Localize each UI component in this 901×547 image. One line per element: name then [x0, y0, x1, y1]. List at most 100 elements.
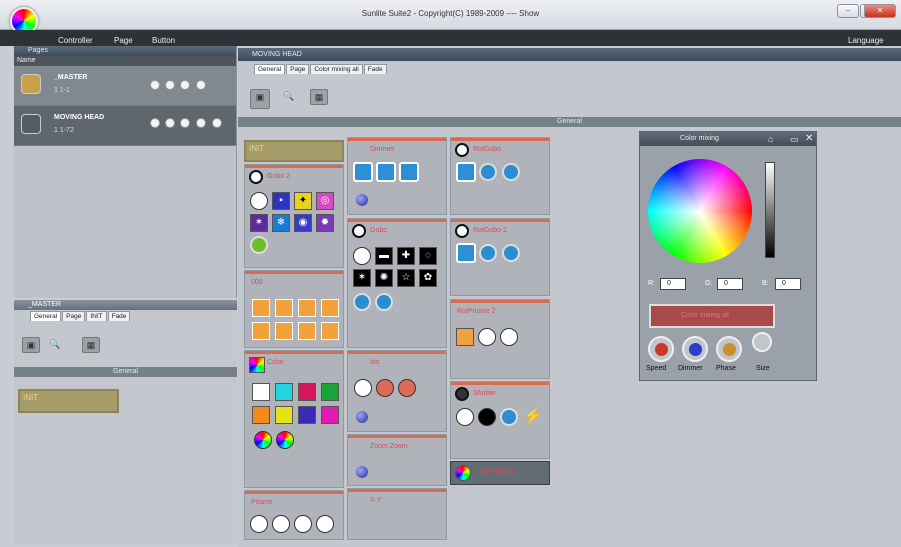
prism-icon[interactable] — [316, 515, 334, 533]
open-gobo-icon[interactable] — [250, 192, 268, 210]
page-row-moving-head[interactable]: MOVING HEAD 1 1-72 — [14, 106, 236, 146]
dimmer-icon[interactable] — [353, 162, 373, 182]
lightning-icon[interactable]: ⚡ — [523, 406, 543, 426]
rotate-icon[interactable] — [502, 244, 520, 262]
speed-knob[interactable] — [648, 336, 674, 362]
rotate-icon[interactable] — [479, 163, 497, 181]
open-gobo-icon[interactable] — [353, 247, 371, 265]
minimize-button[interactable]: – — [837, 4, 859, 18]
xy-cell[interactable]: X-Y — [347, 488, 447, 540]
strobe-icon[interactable] — [500, 408, 518, 426]
page-toggle-icon[interactable] — [165, 80, 175, 90]
iris-icon[interactable] — [354, 379, 372, 397]
phase-knob[interactable] — [716, 336, 742, 362]
tab-init[interactable]: INIT — [86, 311, 107, 321]
color-swatch[interactable] — [298, 406, 316, 424]
page-toggle-icon[interactable] — [196, 118, 206, 128]
page-row-master[interactable]: _MASTER 1 1-1 — [14, 66, 236, 106]
effect-icon[interactable] — [275, 322, 293, 340]
gobo-icon[interactable]: ✦ — [294, 192, 312, 210]
dimmer-icon[interactable] — [399, 162, 419, 182]
rotate-icon[interactable] — [479, 244, 497, 262]
pin-icon[interactable]: ⌂ — [768, 134, 773, 144]
prisme-cell[interactable]: Prisme — [244, 490, 344, 540]
r-field[interactable]: 0 — [660, 278, 686, 290]
shutter-closed-icon[interactable] — [478, 408, 496, 426]
menu-page[interactable]: Page — [114, 36, 133, 45]
close-icon[interactable]: ✕ — [805, 133, 813, 144]
page-toggle-icon[interactable] — [212, 118, 222, 128]
gobo-icon[interactable]: ✶ — [353, 269, 371, 287]
prism-icon[interactable] — [456, 328, 474, 346]
color-swatch[interactable] — [298, 383, 316, 401]
size-knob[interactable] — [752, 332, 772, 352]
color-mixing-all-button[interactable]: Color mixing all — [649, 304, 775, 328]
gobo-icon[interactable]: ✺ — [375, 269, 393, 287]
gobo-icon[interactable]: ▪ — [272, 192, 290, 210]
close-button[interactable]: ✕ — [864, 4, 896, 18]
ooo-cell[interactable]: 000 — [244, 270, 344, 348]
page-toggle-icon[interactable] — [180, 80, 190, 90]
page-toggle-icon[interactable] — [165, 118, 175, 128]
tab-page[interactable]: Page — [62, 311, 86, 321]
iris-cell[interactable]: Iris — [347, 350, 447, 432]
iris-icon[interactable] — [398, 379, 416, 397]
menu-controller[interactable]: Controller — [58, 36, 93, 45]
gobo2-cell[interactable]: Gobo 2 ▪ ✦ ◎ ✶ ❄ ◉ ✹ — [244, 164, 344, 268]
b-field[interactable]: 0 — [775, 278, 801, 290]
gobo-icon[interactable]: ✚ — [397, 247, 415, 265]
gobo-icon[interactable]: ✹ — [316, 214, 334, 232]
tab-fade[interactable]: Fade — [107, 311, 131, 321]
prism-rotate-icon[interactable] — [500, 328, 518, 346]
tab-fade[interactable]: Fade — [363, 64, 387, 74]
color-swatch[interactable] — [252, 383, 270, 401]
effect-icon[interactable] — [275, 299, 293, 317]
prism-icon[interactable] — [250, 515, 268, 533]
view-icon[interactable]: ▣ — [250, 89, 270, 109]
grid-icon[interactable]: ▦ — [310, 89, 328, 105]
view-icon[interactable]: ▣ — [22, 337, 40, 353]
shutter-cell[interactable]: Shutter ⚡ — [450, 381, 550, 459]
rotprisme2-cell[interactable]: RotPrisme 2 — [450, 299, 550, 379]
effect-icon[interactable] — [298, 322, 316, 340]
tab-general[interactable]: General — [30, 311, 62, 321]
effect-icon[interactable] — [252, 299, 270, 317]
gobo-rotate-icon[interactable] — [375, 293, 393, 311]
rotgobo-icon[interactable] — [456, 162, 476, 182]
effect-icon[interactable] — [252, 322, 270, 340]
search-icon[interactable]: 🔍 — [280, 89, 298, 105]
search-icon[interactable]: 🔍 — [46, 337, 64, 353]
dimmer-knob[interactable] — [682, 336, 708, 362]
menu-button[interactable]: Button — [152, 36, 175, 45]
prism-rotate-icon[interactable] — [478, 328, 496, 346]
color-swatch[interactable] — [252, 406, 270, 424]
dimmer-icon[interactable] — [376, 162, 396, 182]
gobo-icon[interactable]: ✿ — [419, 269, 437, 287]
color-swatch[interactable] — [321, 383, 339, 401]
iris-icon[interactable] — [376, 379, 394, 397]
prism-icon[interactable] — [272, 515, 290, 533]
page-toggle-icon[interactable] — [180, 118, 190, 128]
tab-color-mixing-all[interactable]: Color mixing all — [310, 64, 363, 74]
gobo-shake-icon[interactable] — [250, 236, 268, 254]
gobo-icon[interactable]: ◌ — [419, 247, 437, 265]
effect-icon[interactable] — [321, 322, 339, 340]
page-toggle-icon[interactable] — [150, 118, 160, 128]
color-swatch[interactable] — [275, 406, 293, 424]
rotate-icon[interactable] — [502, 163, 520, 181]
gobo-rotate-icon[interactable] — [353, 293, 371, 311]
master-init-button[interactable]: INIT — [18, 389, 119, 413]
effect-icon[interactable] — [298, 299, 316, 317]
rotgobo-cell[interactable]: RotGobo — [450, 137, 550, 215]
effect-icon[interactable] — [321, 299, 339, 317]
dimmer-cell[interactable]: Dimmer — [347, 137, 447, 215]
tab-page[interactable]: Page — [286, 64, 310, 74]
shutter-open-icon[interactable] — [456, 408, 474, 426]
gobo-cell[interactable]: Gobo ▬ ✚ ◌ ✶ ✺ ☆ ✿ — [347, 218, 447, 348]
gobo-icon[interactable]: ❄ — [272, 214, 290, 232]
color-wheel[interactable] — [648, 159, 752, 263]
g-field[interactable]: 0 — [717, 278, 743, 290]
init-button[interactable]: INIT — [244, 140, 344, 162]
rotgobo2-cell[interactable]: RotGobo 2 — [450, 218, 550, 296]
rotgobo-icon[interactable] — [456, 243, 476, 263]
